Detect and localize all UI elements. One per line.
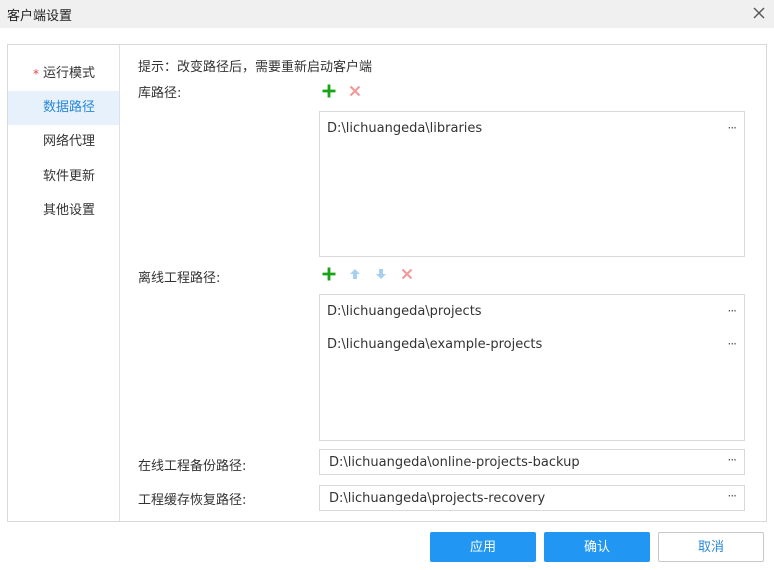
library-path-label: 库路径: xyxy=(138,86,182,101)
more-button[interactable]: ··· xyxy=(728,295,738,328)
sidebar-item-run-mode[interactable]: * 运行模式 xyxy=(8,57,119,91)
recovery-label: 工程缓存恢复路径: xyxy=(138,493,247,508)
library-toolbar xyxy=(320,82,364,100)
title-bar: 客户端设置 xyxy=(0,0,774,28)
path-text: D:\lichuangeda\projects xyxy=(327,304,482,319)
hint-text: 提示：改变路径后，需要重新启动客户端 xyxy=(138,60,373,75)
delete-icon[interactable] xyxy=(346,82,364,100)
more-button[interactable]: ··· xyxy=(728,489,738,503)
recovery-field[interactable]: D:\lichuangeda\projects-recovery ··· xyxy=(319,485,745,511)
path-text: D:\lichuangeda\example-projects xyxy=(327,337,543,352)
apply-button[interactable]: 应用 xyxy=(430,532,536,562)
move-down-icon[interactable] xyxy=(372,265,390,283)
sidebar-item-data-path[interactable]: 数据路径 xyxy=(8,91,119,125)
add-icon[interactable] xyxy=(320,265,338,283)
window-title: 客户端设置 xyxy=(7,9,73,24)
required-marker: * xyxy=(33,67,39,81)
online-backup-label: 在线工程备份路径: xyxy=(138,459,247,474)
data-path-content: 提示：改变路径后，需要重新启动客户端 库路径: D:\lichuangeda\l… xyxy=(128,45,766,521)
more-button[interactable]: ··· xyxy=(728,112,738,145)
settings-panel: * 运行模式 数据路径 网络代理 软件更新 其他设置 提示：改变路径后，需要重新… xyxy=(7,44,767,522)
path-text: D:\lichuangeda\libraries xyxy=(327,121,483,136)
list-item[interactable]: D:\lichuangeda\projects ··· xyxy=(320,295,744,328)
offline-path-label: 离线工程路径: xyxy=(138,271,221,286)
sidebar-item-other-settings[interactable]: 其他设置 xyxy=(8,194,119,228)
sidebar-item-label: 运行模式 xyxy=(43,66,96,81)
delete-icon[interactable] xyxy=(398,265,416,283)
sidebar: * 运行模式 数据路径 网络代理 软件更新 其他设置 xyxy=(8,45,120,521)
add-icon[interactable] xyxy=(320,82,338,100)
cancel-button[interactable]: 取消 xyxy=(658,532,764,562)
offline-toolbar xyxy=(320,265,416,283)
more-button[interactable]: ··· xyxy=(728,328,738,361)
close-icon[interactable] xyxy=(750,4,768,22)
recovery-value: D:\lichuangeda\projects-recovery xyxy=(329,491,546,506)
list-item[interactable]: D:\lichuangeda\libraries ··· xyxy=(320,112,744,145)
list-item[interactable]: D:\lichuangeda\example-projects ··· xyxy=(320,328,744,361)
move-up-icon[interactable] xyxy=(346,265,364,283)
library-path-list[interactable]: D:\lichuangeda\libraries ··· xyxy=(319,111,745,257)
online-backup-field[interactable]: D:\lichuangeda\online-projects-backup ··… xyxy=(319,449,745,475)
sidebar-item-network-proxy[interactable]: 网络代理 xyxy=(8,125,119,159)
sidebar-item-label: 数据路径 xyxy=(43,100,96,115)
sidebar-item-label: 其他设置 xyxy=(43,203,96,218)
offline-path-list[interactable]: D:\lichuangeda\projects ··· D:\lichuange… xyxy=(319,294,745,441)
more-button[interactable]: ··· xyxy=(728,453,738,467)
sidebar-item-label: 网络代理 xyxy=(43,134,96,149)
online-backup-value: D:\lichuangeda\online-projects-backup xyxy=(329,455,580,470)
sidebar-item-label: 软件更新 xyxy=(43,169,96,184)
sidebar-item-software-update[interactable]: 软件更新 xyxy=(8,160,119,194)
confirm-button[interactable]: 确认 xyxy=(544,532,650,562)
